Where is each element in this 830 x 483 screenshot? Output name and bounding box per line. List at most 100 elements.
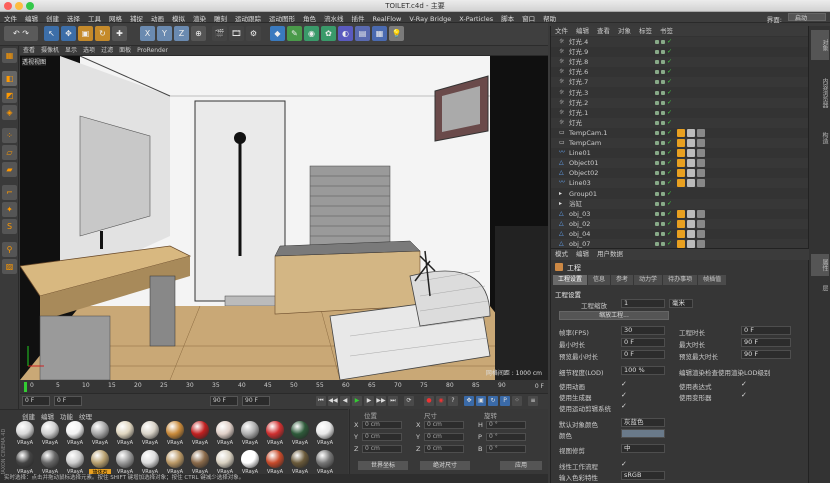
viewport-menu-item[interactable]: 查看	[20, 46, 38, 56]
material-swatch[interactable]: 墙体石	[89, 450, 111, 476]
visibility-dot-render[interactable]	[661, 130, 665, 135]
prev-key-icon[interactable]: ◀◀	[328, 396, 338, 406]
material-menu-item[interactable]: 编辑	[41, 413, 54, 421]
material-swatch[interactable]: VRayA	[214, 421, 236, 447]
object-menu-item[interactable]: 对象	[614, 26, 635, 36]
material-tag-icon[interactable]	[677, 149, 685, 158]
prev-frame-icon[interactable]: ◀	[340, 396, 350, 406]
material-swatch[interactable]: VRayA	[114, 421, 136, 447]
floor-icon[interactable]: ▤	[355, 26, 370, 41]
visibility-dot-render[interactable]	[661, 201, 665, 206]
render-view-icon[interactable]: 🎬	[212, 26, 227, 41]
polygons-mode-icon[interactable]: ▰	[2, 162, 17, 177]
size-field[interactable]: 0 cm	[424, 433, 464, 441]
material-swatch[interactable]: VRayA	[214, 450, 236, 476]
enabled-check-icon[interactable]: ✓	[667, 108, 672, 118]
loop-icon[interactable]: ⟳	[404, 396, 414, 406]
visibility-dot-render[interactable]	[661, 50, 665, 55]
object-row[interactable]: ☼ 灯光.3 ✓	[551, 88, 809, 98]
array-icon[interactable]: ✿	[321, 26, 336, 41]
menu-item[interactable]: X-Particles	[455, 14, 497, 23]
texture-mode-icon[interactable]: ◩	[2, 88, 17, 103]
undo-icon[interactable]: ↶ ↷	[4, 26, 38, 41]
snap-icon[interactable]: S	[2, 219, 17, 234]
subdivision-icon[interactable]: ◉	[304, 26, 319, 41]
material-swatch[interactable]: VRayA	[264, 450, 286, 476]
tweak-mode-icon[interactable]: ✦	[2, 202, 17, 217]
enabled-check-icon[interactable]: ✓	[667, 77, 672, 87]
object-row[interactable]: ☼ 灯光.9 ✓	[551, 47, 809, 57]
menu-item[interactable]: 网格	[105, 12, 126, 23]
material-tag-icon[interactable]	[677, 219, 685, 228]
position-key-icon[interactable]: ✥	[464, 396, 474, 406]
menu-item[interactable]: 渲染	[189, 12, 210, 23]
visibility-dot-editor[interactable]	[655, 60, 659, 65]
object-menu-item[interactable]: 书签	[656, 26, 677, 36]
visibility-dot-editor[interactable]	[655, 242, 659, 246]
visibility-dot-render[interactable]	[661, 211, 665, 216]
uvw-tag-icon[interactable]	[697, 159, 705, 168]
material-swatch[interactable]: VRayA	[39, 450, 61, 476]
visibility-dot-editor[interactable]	[655, 201, 659, 206]
visibility-dot-editor[interactable]	[655, 221, 659, 226]
use-deformers-checkbox[interactable]: ✓	[741, 391, 747, 399]
material-swatch[interactable]: VRayA	[189, 421, 211, 447]
object-menu-item[interactable]: 文件	[551, 26, 572, 36]
visibility-dot-render[interactable]	[661, 151, 665, 156]
project-time-field[interactable]: 0 F	[741, 326, 791, 335]
preview-min-field[interactable]: 0 F	[621, 350, 665, 359]
visibility-dot-render[interactable]	[661, 171, 665, 176]
enabled-check-icon[interactable]: ✓	[667, 88, 672, 98]
texture-tag-icon[interactable]	[687, 209, 695, 218]
visibility-dot-editor[interactable]	[655, 171, 659, 176]
menu-item[interactable]: 文件	[0, 12, 21, 23]
material-swatch[interactable]: VRayA	[264, 421, 286, 447]
side-tab-content-browser[interactable]: 内容浏览器	[811, 64, 829, 122]
menu-item[interactable]: 动画	[147, 12, 168, 23]
material-tag-icon[interactable]	[677, 240, 685, 248]
texture-tag-icon[interactable]	[687, 139, 695, 147]
texture-tag-icon[interactable]	[687, 219, 695, 228]
attribute-tab[interactable]: 参考	[611, 275, 634, 285]
recent-tools-icon[interactable]: ✚	[112, 26, 127, 41]
workplane-icon[interactable]: ◈	[2, 105, 17, 120]
viewport-menu-item[interactable]: ProRender	[134, 46, 171, 56]
solo-icon[interactable]: ▨	[2, 259, 17, 274]
keyframe-selection-icon[interactable]: ?	[448, 396, 458, 406]
menu-item[interactable]: 角色	[299, 12, 320, 23]
material-swatch[interactable]: VRayA	[314, 421, 336, 447]
material-swatch[interactable]: VRayA	[289, 421, 311, 447]
visibility-dot-render[interactable]	[661, 242, 665, 246]
size-field[interactable]: 0 cm	[424, 421, 464, 429]
menu-item[interactable]: 窗口	[518, 12, 539, 23]
menu-item[interactable]: RealFlow	[369, 14, 406, 23]
material-swatch[interactable]: VRayA	[239, 421, 261, 447]
viewport-menu-item[interactable]: 显示	[62, 46, 80, 56]
min-time-field[interactable]: 0 F	[621, 338, 665, 347]
menu-item[interactable]: 捕捉	[126, 12, 147, 23]
visibility-dot-render[interactable]	[661, 110, 665, 115]
menu-item[interactable]: 选择	[63, 12, 84, 23]
visibility-dot-render[interactable]	[661, 231, 665, 236]
visibility-dot-render[interactable]	[661, 90, 665, 95]
next-key-icon[interactable]: ▶▶	[376, 396, 386, 406]
menu-item[interactable]: 工具	[84, 12, 105, 23]
visibility-dot-editor[interactable]	[655, 70, 659, 75]
z-axis-icon[interactable]: Z	[174, 26, 189, 41]
visibility-dot-render[interactable]	[661, 100, 665, 105]
menu-item[interactable]: 雕刻	[210, 12, 231, 23]
object-row[interactable]: ▭ TempCam ✓	[551, 138, 809, 148]
material-tag-icon[interactable]	[677, 139, 685, 147]
enabled-check-icon[interactable]: ✓	[667, 189, 672, 199]
material-swatch[interactable]: VRayA	[14, 450, 36, 476]
scale-key-icon[interactable]: ▣	[476, 396, 486, 406]
menu-item[interactable]: 脚本	[497, 12, 518, 23]
make-editable-icon[interactable]: ▦	[2, 48, 17, 63]
object-row[interactable]: ▸ Group01 ✓	[551, 189, 809, 199]
uvw-tag-icon[interactable]	[697, 240, 705, 248]
points-mode-icon[interactable]: ⁘	[2, 128, 17, 143]
object-row[interactable]: ▸ 浴缸 ✓	[551, 198, 809, 209]
object-row[interactable]: ☼ 灯光 ✓	[551, 117, 809, 128]
apply-button[interactable]: 应用	[500, 461, 542, 470]
rotation-field[interactable]: 0 °	[486, 445, 526, 453]
